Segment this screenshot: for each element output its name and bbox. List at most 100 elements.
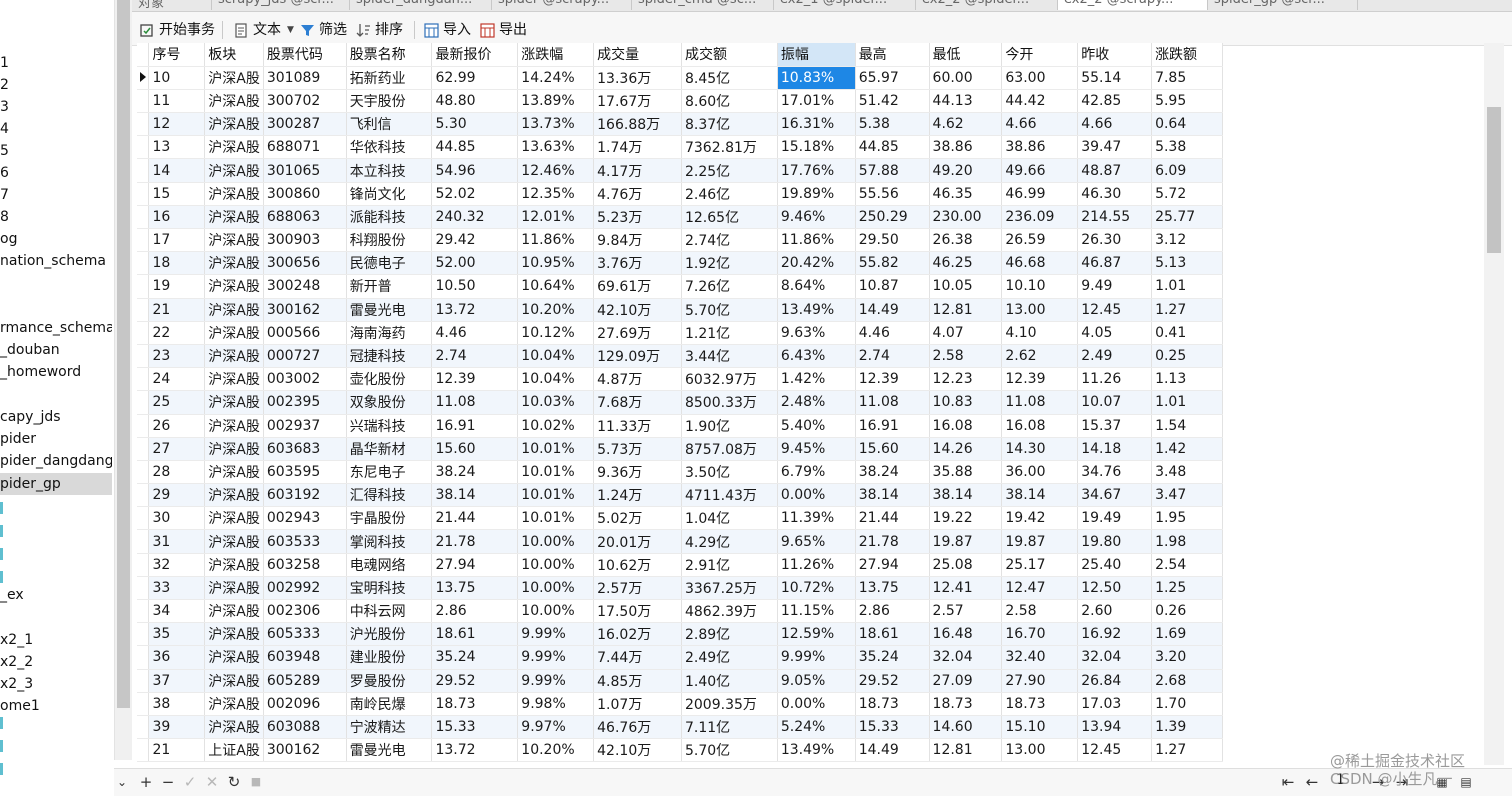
table-cell[interactable]: 46.30 [1077, 182, 1153, 206]
sidebar-item[interactable]: 6 [0, 162, 112, 184]
table-cell[interactable]: 12.46% [517, 158, 595, 183]
table-cell[interactable]: 12.59% [777, 622, 856, 647]
table-cell[interactable]: 2.68 [1151, 669, 1223, 693]
table-cell[interactable]: 10.02% [517, 414, 595, 438]
table-cell[interactable]: 宇晶股份 [346, 506, 433, 531]
table-cell[interactable]: 13.49% [777, 738, 856, 763]
table-cell[interactable]: 沪深A股 [204, 576, 264, 601]
table-cell[interactable]: 26.59 [1001, 228, 1079, 253]
sidebar-item[interactable]: 8 [0, 206, 112, 228]
table-cell[interactable]: 兴瑞科技 [346, 414, 433, 438]
column-header[interactable]: 最新报价 [431, 43, 519, 67]
table-cell[interactable]: 11.08 [431, 390, 519, 415]
table-cell[interactable]: 603948 [263, 645, 347, 670]
table-cell[interactable]: 0.00% [777, 483, 856, 508]
table-row[interactable]: 10 沪深A股 301089 拓新药业 62.99 14.24% 13.36万 8.45亿 10… [137, 66, 1223, 90]
table-cell[interactable]: 38.86 [1001, 135, 1079, 160]
table-cell[interactable]: 5.02万 [593, 506, 682, 531]
table-cell[interactable]: 300287 [263, 112, 347, 137]
table-cell[interactable]: 15.33 [855, 715, 930, 740]
table-cell[interactable]: 7.68万 [593, 390, 682, 415]
table-row[interactable]: 18 沪深A股 300656 民德电子 52.00 10.95% 3.76万 1.92亿 20.… [137, 251, 1223, 276]
table-cell[interactable]: 54.96 [431, 158, 519, 183]
table-cell[interactable]: 2.91亿 [681, 553, 778, 577]
sidebar-item[interactable]: nation_schema [0, 250, 112, 272]
table-cell[interactable]: 2.46亿 [681, 182, 778, 206]
table-cell[interactable]: 0.00% [777, 692, 856, 716]
table-cell[interactable]: 掌阅科技 [346, 529, 433, 554]
discard-changes-button[interactable]: ✕ [204, 773, 220, 791]
table-cell[interactable]: 38.14 [929, 483, 1003, 508]
table-cell[interactable]: 罗曼股份 [346, 669, 433, 693]
table-cell[interactable]: 15 [148, 182, 206, 206]
table-row[interactable]: 21 沪深A股 300162 雷曼光电 13.72 10.20% 42.10万 5.70亿 13… [137, 298, 1223, 322]
table-cell[interactable]: 6.09 [1151, 158, 1223, 183]
table-cell[interactable]: 25.40 [1077, 553, 1153, 577]
table-cell[interactable]: 沪深A股 [204, 89, 264, 114]
table-cell[interactable]: 46.99 [1001, 182, 1079, 206]
row-marker[interactable] [137, 251, 150, 276]
table-cell[interactable]: 13.75 [855, 576, 930, 601]
table-cell[interactable]: 16.08 [929, 414, 1003, 438]
table-cell[interactable]: 冠捷科技 [346, 344, 433, 369]
table-cell[interactable]: 2.54 [1151, 553, 1223, 577]
table-cell[interactable]: 5.30 [431, 112, 519, 137]
table-cell[interactable]: 129.09万 [593, 344, 682, 369]
table-cell[interactable]: 沪深A股 [204, 715, 264, 740]
table-cell[interactable]: 南岭民爆 [346, 692, 433, 716]
tab-item[interactable]: scrapy_jds @scr... [212, 0, 350, 10]
table-cell[interactable]: 603088 [263, 715, 347, 740]
sidebar-item[interactable]: 4 [0, 118, 112, 140]
table-cell[interactable]: 新开普 [346, 274, 433, 299]
table-cell[interactable]: 12.45 [1077, 738, 1153, 763]
table-cell[interactable]: 300702 [263, 89, 347, 114]
table-cell[interactable]: 9.63% [777, 321, 856, 345]
table-cell[interactable]: 1.70 [1151, 692, 1223, 716]
table-cell[interactable]: 46.87 [1077, 251, 1153, 276]
table-cell[interactable]: 12.39 [1001, 367, 1079, 392]
table-cell[interactable]: 沪深A股 [204, 692, 264, 716]
table-cell[interactable]: 12.39 [855, 367, 930, 392]
table-cell[interactable]: 0.26 [1151, 599, 1223, 624]
table-cell[interactable]: 35 [148, 622, 206, 647]
table-cell[interactable]: 3.12 [1151, 228, 1223, 253]
table-cell[interactable]: 57.88 [855, 158, 930, 183]
table-cell[interactable]: 002937 [263, 414, 347, 438]
table-cell[interactable]: 23 [148, 344, 206, 369]
sidebar-scrollbar[interactable] [114, 0, 132, 760]
table-cell[interactable]: 38.14 [855, 483, 930, 508]
table-cell[interactable]: 27.69万 [593, 321, 682, 345]
table-cell[interactable]: 13.00 [1001, 738, 1079, 763]
table-cell[interactable]: 4.29亿 [681, 529, 778, 554]
table-cell[interactable]: 21 [148, 738, 206, 763]
table-cell[interactable]: 603595 [263, 460, 347, 485]
table-cell[interactable]: 4.62 [929, 112, 1003, 137]
table-cell[interactable]: 24 [148, 367, 206, 392]
table-cell[interactable]: 10.72% [777, 576, 856, 601]
table-cell[interactable]: 2.74 [431, 344, 519, 369]
table-cell[interactable]: 1.27 [1151, 298, 1223, 322]
table-cell[interactable]: 33 [148, 576, 206, 601]
table-cell[interactable]: 37 [148, 669, 206, 693]
table-cell[interactable]: 沪深A股 [204, 205, 264, 230]
table-cell[interactable]: 19 [148, 274, 206, 299]
row-marker[interactable] [137, 112, 150, 137]
table-cell[interactable]: 002992 [263, 576, 347, 601]
table-cell[interactable]: 2.57 [929, 599, 1003, 624]
table-cell[interactable]: 21.44 [431, 506, 519, 531]
table-cell[interactable]: 29.52 [431, 669, 519, 693]
row-marker[interactable] [137, 437, 150, 461]
table-cell[interactable]: 3.20 [1151, 645, 1223, 670]
row-marker[interactable] [137, 367, 150, 392]
tab-item[interactable]: 对象 [132, 0, 212, 10]
table-cell[interactable]: 27.90 [1001, 669, 1079, 693]
table-row[interactable]: 15 沪深A股 300860 锋尚文化 52.02 12.35% 4.76万 2.46亿 19.… [137, 182, 1223, 206]
table-cell[interactable]: 51.42 [855, 89, 930, 114]
table-cell[interactable]: 10.07 [1077, 390, 1153, 415]
table-cell[interactable]: 1.54 [1151, 414, 1223, 438]
table-cell[interactable]: 11.15% [777, 599, 856, 624]
row-marker[interactable] [137, 622, 150, 647]
table-cell[interactable]: 雷曼光电 [346, 738, 433, 763]
table-cell[interactable]: 18.73 [929, 692, 1003, 716]
table-cell[interactable]: 16.02万 [593, 622, 682, 647]
